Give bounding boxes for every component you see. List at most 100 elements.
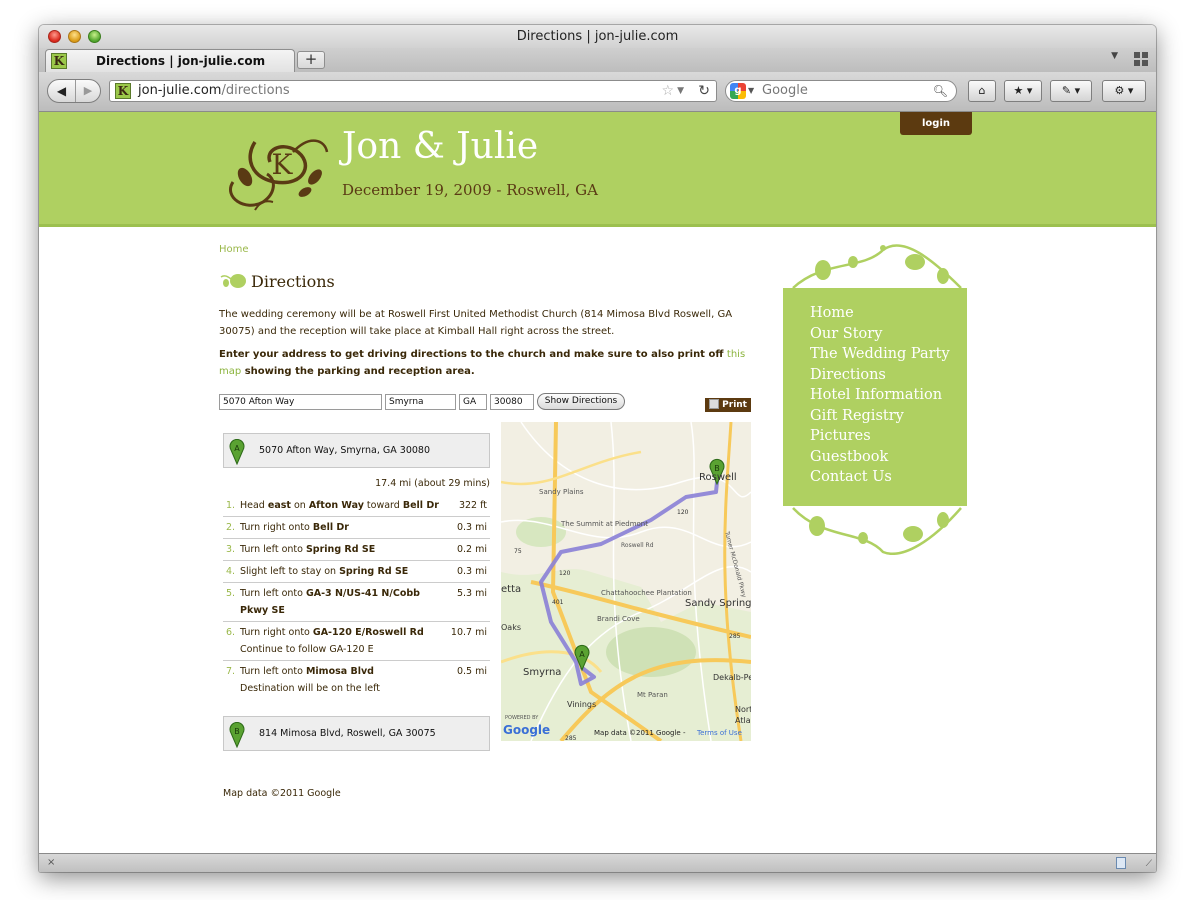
- step-distance: 10.7 mi: [450, 627, 487, 638]
- sidebar-item-pictures[interactable]: Pictures: [810, 426, 967, 447]
- step-text: Turn right onto: [240, 627, 313, 638]
- history-dropdown-icon[interactable]: ▼: [677, 81, 684, 101]
- print-button[interactable]: Print: [705, 398, 751, 412]
- sidebar-item-gift-registry[interactable]: Gift Registry: [810, 406, 967, 427]
- step-distance: 0.2 mi: [456, 544, 487, 555]
- step-number: 1.: [226, 500, 236, 511]
- step-distance: 0.5 mi: [456, 666, 487, 677]
- zoom-window-button[interactable]: [88, 30, 101, 43]
- show-directions-button[interactable]: Show Directions: [537, 393, 625, 410]
- minimize-window-button[interactable]: [68, 30, 81, 43]
- sidebar-item-wedding-party[interactable]: The Wedding Party: [810, 344, 967, 365]
- direction-step[interactable]: 5. Turn left onto GA-3 N/US-41 N/Cobb Pkw…: [223, 583, 490, 622]
- direction-step[interactable]: 1. Head east on Afton Way toward Bell Dr …: [223, 495, 490, 517]
- map-label: Mt Paran: [637, 691, 668, 699]
- window-title: Directions | jon-julie.com: [516, 29, 679, 44]
- home-button[interactable]: ⌂: [968, 80, 996, 102]
- state-input[interactable]: [459, 394, 487, 410]
- direction-step[interactable]: 6. Turn right onto GA-120 E/Roswell Rd Con…: [223, 622, 490, 661]
- step-street: GA-120 E/Roswell Rd: [312, 627, 424, 638]
- step-text: on: [290, 500, 309, 511]
- breadcrumb-home-link[interactable]: Home: [219, 244, 249, 255]
- step-street: Bell Dr: [312, 522, 349, 533]
- title-bar: Directions | jon-julie.com: [39, 25, 1156, 48]
- zip-input[interactable]: [490, 394, 534, 410]
- city-input[interactable]: [385, 394, 456, 410]
- list-tabs-icon[interactable]: ▼: [1111, 51, 1118, 61]
- google-search-engine-icon[interactable]: g: [730, 83, 746, 99]
- step-text: Turn right onto: [240, 522, 313, 533]
- sidebar-item-guestbook[interactable]: Guestbook: [810, 447, 967, 468]
- leaf-icon: [220, 274, 246, 288]
- engine-dropdown-icon[interactable]: ▼: [748, 81, 754, 101]
- road-shield: 75: [514, 548, 522, 555]
- road-shield: 120: [677, 509, 689, 516]
- bookmarks-button[interactable]: ★ ▾: [1004, 80, 1042, 102]
- browser-window: Directions | jon-julie.com K Directions …: [39, 25, 1156, 872]
- map-label: Vinings: [567, 700, 596, 709]
- status-bar: × ⟋: [39, 853, 1156, 872]
- end-address: 814 Mimosa Blvd, Roswell, GA 30075: [259, 728, 436, 739]
- map-label: Roswell: [699, 472, 737, 483]
- route-map[interactable]: B A Roswell Sandy Plains The Summit at P…: [501, 422, 751, 741]
- step-text: Head: [240, 500, 268, 511]
- map-credit: Map data ©2011 Google: [223, 788, 341, 799]
- instruction-post: showing the parking and reception area.: [241, 365, 475, 377]
- reload-icon[interactable]: ↻: [698, 81, 710, 101]
- search-input[interactable]: g ▼ Google 🔍︎: [725, 80, 957, 102]
- tab-strip: K Directions | jon-julie.com + ▼: [39, 48, 1156, 72]
- start-address-box: A 5070 Afton Way, Smyrna, GA 30080: [223, 433, 490, 468]
- monogram-logo-icon: K: [229, 139, 329, 211]
- new-tab-button[interactable]: +: [297, 51, 325, 69]
- map-label: Oaks: [501, 623, 521, 632]
- direction-step[interactable]: 2. Turn right onto Bell Dr 0.3 mi: [223, 517, 490, 539]
- page-content: K Jon & Julie December 19, 2009 - Roswel…: [39, 112, 1156, 853]
- step-distance: 0.3 mi: [456, 522, 487, 533]
- step-distance: 322 ft: [458, 500, 487, 511]
- sidebar-item-our-story[interactable]: Our Story: [810, 324, 967, 345]
- forward-button[interactable]: ▶: [76, 80, 100, 102]
- search-icon[interactable]: 🔍︎: [933, 81, 948, 101]
- tab-grid-icon[interactable]: [1134, 52, 1148, 66]
- login-button[interactable]: login: [900, 112, 972, 135]
- bookmark-star-icon[interactable]: ☆: [661, 81, 674, 101]
- tab-title: Directions | jon-julie.com: [96, 54, 266, 68]
- resize-grip-icon[interactable]: ⟋: [1146, 856, 1152, 872]
- sidebar-item-home[interactable]: Home: [810, 303, 967, 324]
- map-label: Sandy Plains: [539, 488, 584, 496]
- step-number: 7.: [226, 666, 236, 677]
- site-date: December 19, 2009 - Roswell, GA: [342, 181, 598, 199]
- intro-text: The wedding ceremony will be at Roswell …: [219, 309, 733, 337]
- terms-of-use-link[interactable]: Terms of Use: [696, 729, 742, 737]
- direction-step[interactable]: 3. Turn left onto Spring Rd SE 0.2 mi: [223, 539, 490, 561]
- step-number: 2.: [226, 522, 236, 533]
- sidebar-item-contact-us[interactable]: Contact Us: [810, 467, 967, 488]
- instruction-pre: Enter your address to get driving direct…: [219, 349, 727, 360]
- step-text: Turn left onto: [240, 588, 306, 599]
- step-note: Destination will be on the left: [240, 683, 380, 694]
- close-window-button[interactable]: [48, 30, 61, 43]
- direction-step[interactable]: 7. Turn left onto Mimosa Blvd Destination …: [223, 661, 490, 699]
- back-forward-group: ◀ ▶: [47, 79, 101, 103]
- tools-button[interactable]: ⚙ ▾: [1102, 80, 1146, 102]
- tab-directions[interactable]: K Directions | jon-julie.com: [45, 49, 295, 72]
- addon-button[interactable]: ✎ ▾: [1050, 80, 1092, 102]
- address-bar[interactable]: K jon-julie.com/directions ☆ ▼ ↻: [109, 80, 717, 102]
- step-street: Spring Rd SE: [305, 544, 376, 555]
- sidebar-item-hotel-information[interactable]: Hotel Information: [810, 385, 967, 406]
- direction-step[interactable]: 4. Slight left to stay on Spring Rd SE 0.…: [223, 561, 490, 583]
- sidebar-item-directions[interactable]: Directions: [810, 365, 967, 386]
- monogram-letter: K: [272, 148, 294, 181]
- site-header: K Jon & Julie December 19, 2009 - Roswel…: [39, 112, 1156, 227]
- close-addon-bar-icon[interactable]: ×: [47, 854, 55, 871]
- back-button[interactable]: ◀: [48, 80, 76, 102]
- road-shield: 285: [565, 735, 577, 741]
- route-total: 17.4 mi (about 29 mins): [375, 478, 490, 489]
- street-input[interactable]: [219, 394, 382, 410]
- marker-letter: A: [579, 650, 585, 659]
- url-path: /directions: [221, 83, 290, 98]
- url-host: jon-julie.com: [138, 83, 222, 98]
- step-number: 5.: [226, 588, 236, 599]
- step-number: 3.: [226, 544, 236, 555]
- step-distance: 0.3 mi: [456, 566, 487, 577]
